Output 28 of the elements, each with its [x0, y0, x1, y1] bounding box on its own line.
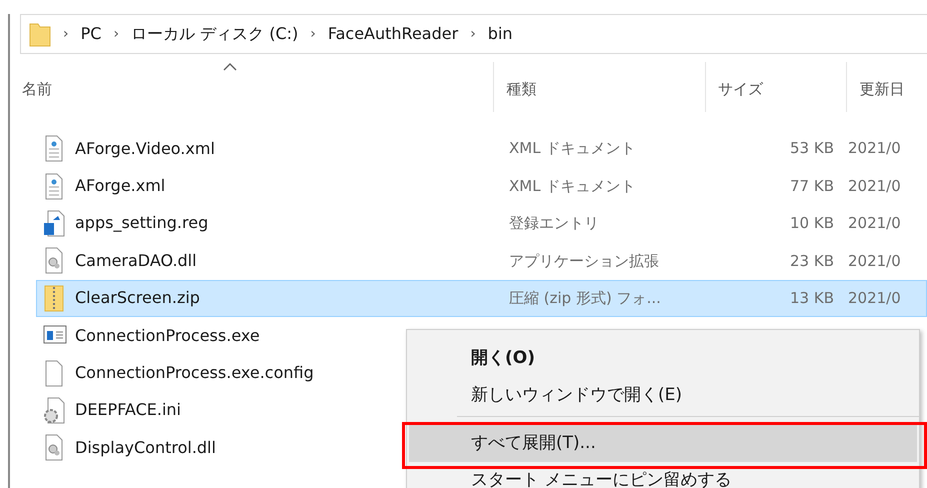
chevron-icon: › [470, 24, 476, 44]
chevron-icon: › [63, 24, 69, 44]
file-date: 2021/0 [848, 176, 901, 197]
file-type: アプリケーション拡張 [508, 250, 660, 272]
file-name: ClearScreen.zip [75, 287, 200, 310]
file-name: AForge.Video.xml [75, 138, 215, 160]
file-name: CameraDAO.dll [75, 250, 197, 272]
file-name: apps_setting.reg [75, 212, 208, 234]
file-name: ConnectionProcess.exe.config [75, 362, 314, 384]
file-date: 2021/0 [848, 250, 901, 272]
file-date: 2021/0 [848, 138, 901, 160]
file-name: ConnectionProcess.exe [75, 324, 260, 347]
file-size: 53 KB [789, 138, 835, 160]
file-name: AForge.xml [75, 175, 166, 198]
file-name: DEEPFACE.ini [75, 399, 181, 422]
file-date: 2021/0 [848, 288, 901, 309]
chevron-icon: › [310, 24, 316, 44]
chevron-icon: › [113, 24, 120, 44]
file-type: XML ドキュメント [508, 138, 636, 160]
file-type: 圧縮 (zip 形式) フォ... [508, 288, 662, 309]
file-size: 77 KB [789, 176, 835, 197]
file-name: DisplayControl.dll [75, 436, 216, 459]
file-type: XML ドキュメント [508, 176, 636, 197]
file-size: 10 KB [789, 213, 835, 234]
file-size: 23 KB [789, 250, 835, 272]
file-type: 登録エントリ [508, 213, 600, 234]
file-size: 13 KB [789, 288, 835, 309]
file-date: 2021/0 [848, 213, 901, 234]
